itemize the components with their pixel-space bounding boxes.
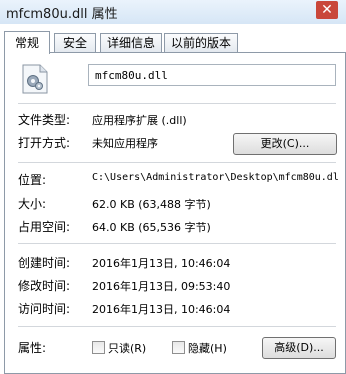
change-button[interactable]: 更改(C)... (233, 133, 337, 155)
created-value: 2016年1月13日, 10:46:04 (92, 257, 231, 270)
advanced-button[interactable]: 高级(D)... (262, 337, 336, 359)
tab-previous-versions[interactable]: 以前的版本 (164, 33, 238, 52)
file-name-field[interactable]: mfcm80u.dll (88, 64, 336, 86)
tab-general[interactable]: 常规 (4, 31, 50, 54)
file-type-value: 应用程序扩展 (.dll) (92, 114, 187, 127)
accessed-value: 2016年1月13日, 10:46:04 (92, 303, 231, 316)
separator (18, 326, 336, 327)
location-value: C:\Users\Administrator\Desktop\mfcm80u.d… (92, 172, 339, 183)
location-label: 位置: (18, 173, 47, 187)
open-with-label: 打开方式: (18, 136, 71, 150)
tab-security[interactable]: 安全 (54, 33, 96, 52)
attributes-label: 属性: (18, 341, 47, 355)
modified-label: 修改时间: (18, 279, 71, 293)
close-button[interactable]: ✕ (316, 1, 338, 19)
readonly-checkbox[interactable] (92, 341, 105, 354)
hidden-label: 隐藏(H) (188, 342, 227, 355)
created-label: 创建时间: (18, 256, 71, 270)
separator (18, 103, 336, 104)
title-bar: mfcm80u.dll 属性 ✕ (0, 0, 346, 24)
tab-details[interactable]: 详细信息 (100, 33, 162, 52)
size-label: 大小: (18, 197, 47, 211)
readonly-label: 只读(R) (108, 342, 147, 355)
modified-value: 2016年1月13日, 09:53:40 (92, 280, 231, 293)
dll-file-gear-icon (22, 64, 48, 94)
size-value: 62.0 KB (63,488 字节) (92, 198, 211, 211)
open-with-value: 未知应用程序 (92, 137, 158, 150)
separator (18, 243, 336, 244)
accessed-label: 访问时间: (18, 302, 71, 316)
file-type-label: 文件类型: (18, 113, 71, 127)
hidden-checkbox[interactable] (172, 341, 185, 354)
disk-size-value: 64.0 KB (65,536 字节) (92, 221, 211, 234)
window-title: mfcm80u.dll 属性 (6, 7, 118, 22)
close-icon: ✕ (321, 2, 333, 18)
disk-size-label: 占用空间: (18, 220, 71, 234)
separator (18, 162, 336, 163)
